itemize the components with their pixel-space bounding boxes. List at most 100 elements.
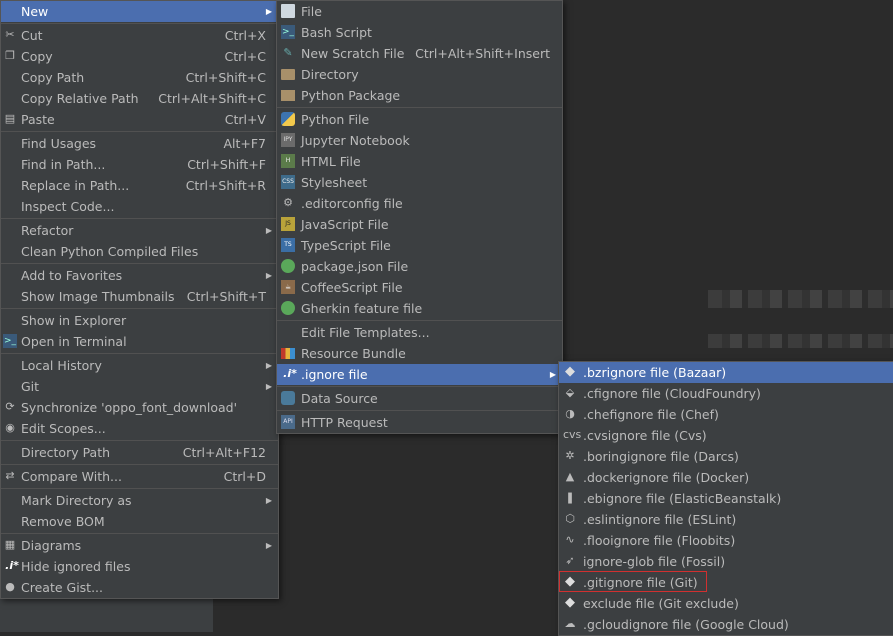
nodejs-icon (281, 259, 295, 273)
ignore-submenu-item-cvsignore-file-cvs[interactable]: cvs .cvsignore file (Cvs) (559, 425, 893, 446)
ignore-submenu-item-ignore-glob-file-fossil[interactable]: ➶ ignore-glob file (Fossil) (559, 551, 893, 572)
context-menu-item-directory-path[interactable]: Directory Path Ctrl+Alt+F12 (1, 442, 278, 463)
menu-item-label: .bzrignore file (Bazaar) (583, 365, 727, 380)
new-submenu-item-edit-file-templates[interactable]: Edit File Templates... (277, 322, 562, 343)
menu-item-label: .cvsignore file (Cvs) (583, 428, 707, 443)
menu-item-label: Copy (21, 49, 53, 64)
ignore-submenu-item-boringignore-file-darcs[interactable]: ✲ .boringignore file (Darcs) (559, 446, 893, 467)
menu-separator (1, 440, 278, 441)
ignore-submenu-item-ebignore-file-elasticbeanstalk[interactable]: ❚ .ebignore file (ElasticBeanstalk) (559, 488, 893, 509)
new-submenu: File >_ Bash Script ✎ New Scratch File Ctrl+A… (276, 0, 563, 434)
new-submenu-item-typescript-file[interactable]: TS TypeScript File (277, 235, 562, 256)
ignore-submenu-item-cfignore-file-cloudfoundry[interactable]: ⬙ .cfignore file (CloudFoundry) (559, 383, 893, 404)
resource-bundle-icon (281, 348, 295, 359)
ignore-submenu-item-bzrignore-file-bazaar[interactable]: ◆ .bzrignore file (Bazaar) (559, 362, 893, 383)
ignore-submenu-item-eslintignore-file-eslint[interactable]: ⬡ .eslintignore file (ESLint) (559, 509, 893, 530)
context-menu-item-edit-scopes[interactable]: ◉ Edit Scopes... (1, 418, 278, 439)
menu-separator (277, 386, 562, 387)
new-submenu-item-python-file[interactable]: Python File (277, 109, 562, 130)
menu-separator (1, 23, 278, 24)
ignore-file-submenu: ◆ .bzrignore file (Bazaar) ⬙ .cfignore file… (558, 361, 893, 636)
scope-icon: ◉ (5, 421, 15, 434)
api-icon: API (281, 415, 295, 429)
new-submenu-item-python-package[interactable]: Python Package (277, 85, 562, 106)
context-menu-item-compare-with[interactable]: ⇄ Compare With... Ctrl+D (1, 466, 278, 487)
new-submenu-item-coffeescript-file[interactable]: ☕ CoffeeScript File (277, 277, 562, 298)
new-submenu-item-gherkin-feature-file[interactable]: Gherkin feature file (277, 298, 562, 319)
context-menu-item-mark-directory-as[interactable]: Mark Directory as ▶ (1, 490, 278, 511)
ignore-submenu-item-dockerignore-file-docker[interactable]: ▲ .dockerignore file (Docker) (559, 467, 893, 488)
ts-icon: TS (281, 238, 295, 252)
menu-item-label: .chefignore file (Chef) (583, 407, 719, 422)
context-menu-item-open-in-terminal[interactable]: >_ Open in Terminal (1, 331, 278, 352)
context-menu-item-local-history[interactable]: Local History ▶ (1, 355, 278, 376)
context-menu-item-synchronize-oppo-font-download[interactable]: ⟳ Synchronize 'oppo_font_download' (1, 397, 278, 418)
context-menu-item-remove-bom[interactable]: Remove BOM (1, 511, 278, 532)
context-menu-item-replace-in-path[interactable]: Replace in Path... Ctrl+Shift+R (1, 175, 278, 196)
new-submenu-item-new-scratch-file[interactable]: ✎ New Scratch File Ctrl+Alt+Shift+Insert (277, 43, 562, 64)
context-menu-item-clean-python-compiled-files[interactable]: Clean Python Compiled Files (1, 241, 278, 262)
menu-item-label: File (301, 4, 322, 19)
elasticbeanstalk-icon: ❚ (565, 491, 575, 504)
menu-item-label: .dockerignore file (Docker) (583, 470, 750, 485)
new-submenu-item-ignore-file[interactable]: .i* .ignore file ▶ (277, 364, 562, 385)
new-submenu-item-javascript-file[interactable]: JS JavaScript File (277, 214, 562, 235)
context-menu-item-copy-relative-path[interactable]: Copy Relative Path Ctrl+Alt+Shift+C (1, 88, 278, 109)
context-menu-item-create-gist[interactable]: ● Create Gist... (1, 577, 278, 598)
new-submenu-item-html-file[interactable]: H HTML File (277, 151, 562, 172)
context-menu-item-add-to-favorites[interactable]: Add to Favorites ▶ (1, 265, 278, 286)
ignore-submenu-item-exclude-file-git-exclude[interactable]: ◆ exclude file (Git exclude) (559, 593, 893, 614)
gitignore-highlight-box (559, 571, 707, 592)
new-submenu-item-bash-script[interactable]: >_ Bash Script (277, 22, 562, 43)
shortcut-label: Ctrl+Alt+Shift+Insert (415, 46, 550, 61)
jupyter-icon: IPY (281, 133, 295, 147)
menu-item-label: Hide ignored files (21, 559, 131, 574)
new-submenu-item-http-request[interactable]: API HTTP Request (277, 412, 562, 433)
context-menu-item-copy-path[interactable]: Copy Path Ctrl+Shift+C (1, 67, 278, 88)
context-menu-item-paste[interactable]: ▤ Paste Ctrl+V (1, 109, 278, 130)
context-menu-item-diagrams[interactable]: ▦ Diagrams ▶ (1, 535, 278, 556)
menu-item-label: Jupyter Notebook (301, 133, 410, 148)
new-submenu-item-jupyter-notebook[interactable]: IPY Jupyter Notebook (277, 130, 562, 151)
context-menu-item-cut[interactable]: ✂ Cut Ctrl+X (1, 25, 278, 46)
compare-icon: ⇄ (5, 469, 15, 482)
context-menu-item-copy[interactable]: ❐ Copy Ctrl+C (1, 46, 278, 67)
file-icon (281, 4, 295, 18)
context-menu-item-find-in-path[interactable]: Find in Path... Ctrl+Shift+F (1, 154, 278, 175)
context-menu-item-show-in-explorer[interactable]: Show in Explorer (1, 310, 278, 331)
new-submenu-item-file[interactable]: File (277, 1, 562, 22)
new-submenu-item-stylesheet[interactable]: CSS Stylesheet (277, 172, 562, 193)
menu-item-label: Copy Path (21, 70, 85, 85)
menu-item-label: Edit Scopes... (21, 421, 106, 436)
shortcut-label: Ctrl+C (224, 49, 266, 64)
new-submenu-item-editorconfig-file[interactable]: ⚙ .editorconfig file (277, 193, 562, 214)
menu-item-label: Create Gist... (21, 580, 104, 595)
editorconfig-icon: ⚙ (283, 196, 293, 209)
context-menu-item-show-image-thumbnails[interactable]: Show Image Thumbnails Ctrl+Shift+T (1, 286, 278, 307)
menu-item-label: Synchronize 'oppo_font_download' (21, 400, 238, 415)
menu-item-label: Cut (21, 28, 43, 43)
context-menu-item-git[interactable]: Git ▶ (1, 376, 278, 397)
menu-item-label: ignore-glob file (Fossil) (583, 554, 726, 569)
menu-item-label: Mark Directory as (21, 493, 132, 508)
ignore-submenu-item-flooignore-file-floobits[interactable]: ∿ .flooignore file (Floobits) (559, 530, 893, 551)
folder-icon (281, 69, 295, 80)
context-menu-item-new[interactable]: New ▶ (1, 1, 278, 22)
new-submenu-item-directory[interactable]: Directory (277, 64, 562, 85)
scratch-file-icon: ✎ (283, 46, 293, 59)
new-submenu-item-data-source[interactable]: Data Source (277, 388, 562, 409)
menu-item-label: .editorconfig file (301, 196, 403, 211)
context-menu-item-find-usages[interactable]: Find Usages Alt+F7 (1, 133, 278, 154)
shortcut-label: Ctrl+Alt+Shift+C (158, 91, 266, 106)
menu-item-label: Python File (301, 112, 370, 127)
menu-item-label: Stylesheet (301, 175, 368, 190)
ignore-submenu-item-chefignore-file-chef[interactable]: ◑ .chefignore file (Chef) (559, 404, 893, 425)
context-menu-item-inspect-code[interactable]: Inspect Code... (1, 196, 278, 217)
menu-item-label: package.json File (301, 259, 409, 274)
context-menu-item-refactor[interactable]: Refactor ▶ (1, 220, 278, 241)
copy-icon: ❐ (5, 49, 15, 62)
context-menu-item-hide-ignored-files[interactable]: .i* Hide ignored files (1, 556, 278, 577)
new-submenu-item-package-json-file[interactable]: package.json File (277, 256, 562, 277)
new-submenu-item-resource-bundle[interactable]: Resource Bundle (277, 343, 562, 364)
js-icon: JS (281, 217, 295, 231)
